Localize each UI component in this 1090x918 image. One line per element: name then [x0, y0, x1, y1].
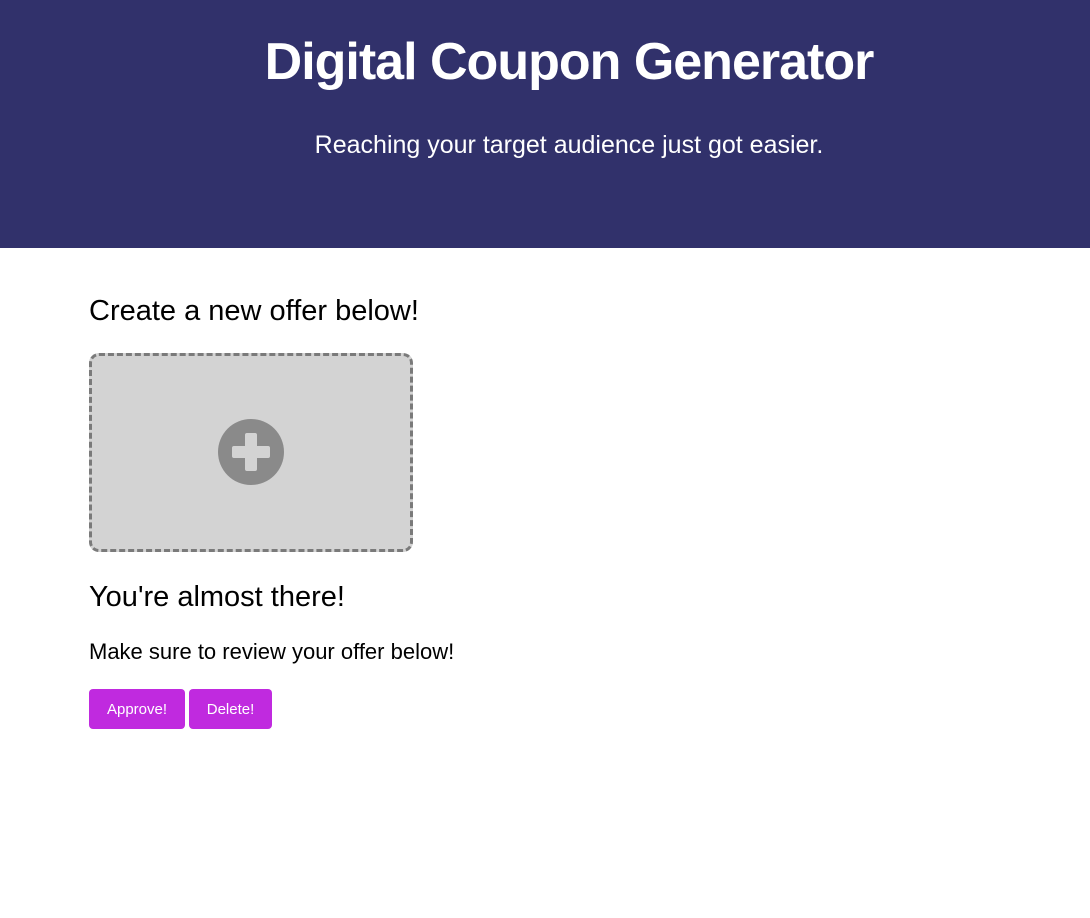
almost-there-heading: You're almost there! [89, 581, 345, 613]
page-subtitle: Reaching your target audience just got e… [314, 131, 824, 159]
create-offer-heading: Create a new offer below! [89, 295, 419, 327]
delete-button[interactable]: Delete! [189, 689, 272, 729]
offer-upload-dropzone[interactable] [89, 353, 413, 552]
plus-circle-icon[interactable] [218, 419, 284, 485]
approve-button[interactable]: Approve! [89, 689, 185, 729]
review-instruction: Make sure to review your offer below! [89, 639, 455, 664]
page-header: Digital Coupon Generator Reaching your t… [0, 0, 1090, 248]
page-title: Digital Coupon Generator [264, 33, 875, 91]
